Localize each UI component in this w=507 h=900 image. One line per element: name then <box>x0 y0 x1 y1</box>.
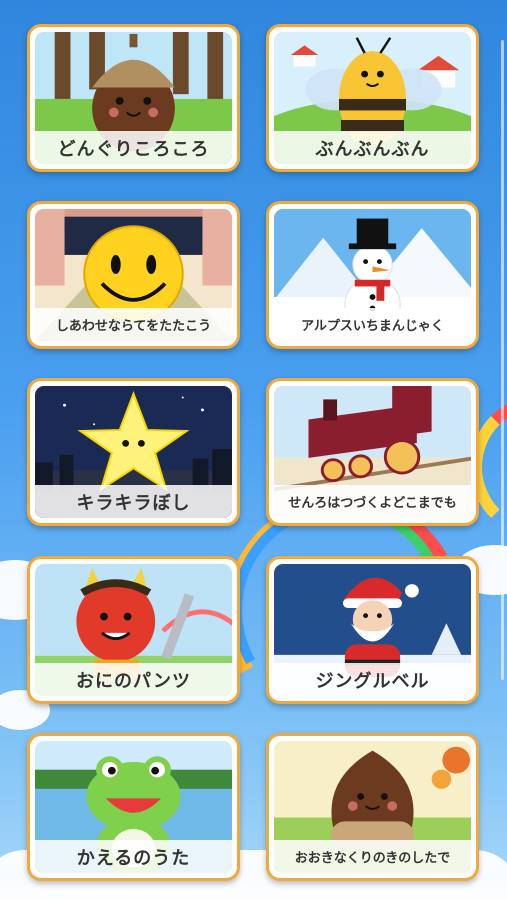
song-title: ジングルベル <box>274 663 471 696</box>
song-title: おにのパンツ <box>35 663 232 696</box>
song-title: しあわせならてをたたこう <box>35 308 232 341</box>
song-title: おおきなくりのきのしたで <box>274 840 471 873</box>
song-card-shiawase[interactable]: しあわせならてをたたこう <box>27 201 240 349</box>
song-card-jinglebell[interactable]: ジングルベル <box>266 556 479 704</box>
song-grid: どんぐりころころ ぶんぶんぶん しあわせならてをたたこう アルプスいちまんじゃく… <box>0 0 507 900</box>
song-title: どんぐりころころ <box>35 131 232 164</box>
song-title: かえるのうた <box>35 840 232 873</box>
song-title: キラキラぼし <box>35 485 232 518</box>
song-card-kaeru[interactable]: かえるのうた <box>27 733 240 881</box>
song-title: アルプスいちまんじゃく <box>274 308 471 341</box>
song-card-alps[interactable]: アルプスいちまんじゃく <box>266 201 479 349</box>
song-title: せんろはつづくよどこまでも <box>274 485 471 518</box>
song-card-ookinakuri[interactable]: おおきなくりのきのしたで <box>266 733 479 881</box>
song-card-donguri[interactable]: どんぐりころころ <box>27 24 240 172</box>
song-card-senro[interactable]: せんろはつづくよどこまでも <box>266 378 479 526</box>
song-card-oni[interactable]: おにのパンツ <box>27 556 240 704</box>
song-card-bunbunbun[interactable]: ぶんぶんぶん <box>266 24 479 172</box>
song-title: ぶんぶんぶん <box>274 131 471 164</box>
song-card-kirakira[interactable]: キラキラぼし <box>27 378 240 526</box>
